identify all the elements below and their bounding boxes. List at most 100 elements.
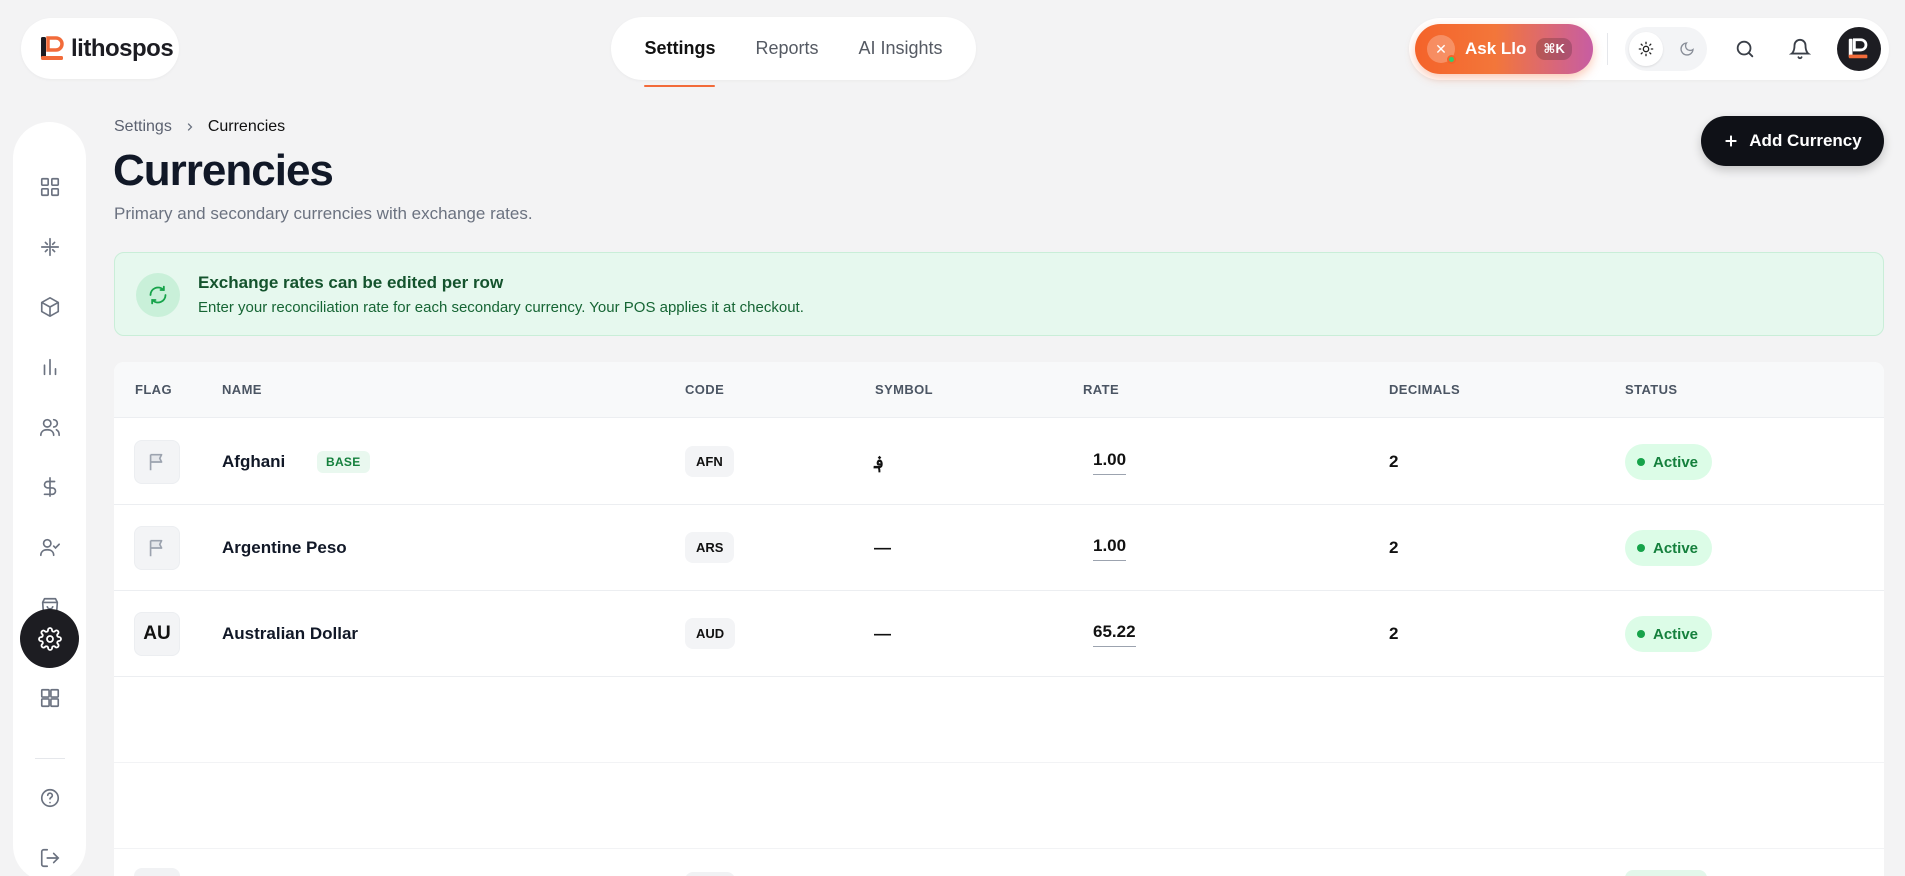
- brand-logo[interactable]: lithospos: [21, 18, 179, 79]
- help-icon: [40, 788, 59, 807]
- apps-icon: [40, 688, 59, 707]
- col-name[interactable]: NAME: [222, 382, 262, 397]
- table-row[interactable]: AU Australian Dollar AUD — 65.22 2 Activ…: [114, 591, 1884, 677]
- loading-placeholder: [134, 868, 180, 876]
- status-dot: [1637, 630, 1645, 638]
- avatar-logo-icon: [1848, 38, 1868, 59]
- currency-symbol: —: [874, 624, 891, 643]
- sidebar-divider: [35, 758, 65, 759]
- breadcrumb-current: Currencies: [207, 118, 286, 135]
- logo-mark-icon: [41, 35, 64, 60]
- col-code[interactable]: CODE: [685, 382, 724, 397]
- sidebar-item-dashboard[interactable]: [20, 157, 79, 216]
- dollar-icon: [43, 476, 56, 497]
- page-subtitle: Primary and secondary currencies with ex…: [114, 204, 533, 223]
- add-currency-button[interactable]: Add Currency: [1701, 116, 1884, 166]
- status-badge[interactable]: Active: [1625, 444, 1713, 480]
- loading-placeholder: [685, 872, 735, 876]
- chevron-right-icon: [187, 123, 193, 131]
- sidebar-item-logout[interactable]: [20, 828, 79, 876]
- currency-code: AFN: [685, 446, 734, 477]
- divider: [1607, 33, 1608, 65]
- tab-settings[interactable]: Settings: [644, 17, 716, 87]
- tab-ai-insights[interactable]: AI Insights: [859, 17, 943, 80]
- currency-decimals: 2: [1389, 452, 1399, 471]
- add-currency-label: Add Currency: [1749, 131, 1862, 150]
- currency-decimals: 2: [1389, 538, 1399, 557]
- table-row[interactable]: Afghani BASE AFN ؋ 1.00 2 Active: [114, 419, 1884, 505]
- flag-icon: [149, 453, 163, 471]
- currency-name: Afghani: [222, 452, 286, 471]
- sidebar-item-staff[interactable]: [20, 517, 79, 576]
- sidebar-item-pos[interactable]: [20, 217, 79, 276]
- logout-icon: [40, 848, 59, 867]
- col-flag: FLAG: [135, 382, 172, 397]
- info-banner: Exchange rates can be edited per row Ent…: [114, 252, 1884, 336]
- currency-code: AUD: [685, 618, 736, 649]
- topbar-actions: ✕ Ask Llo ⌘K: [1409, 18, 1889, 80]
- table-header: FLAG NAME CODE SYMBOL RATE DECIMALS STAT…: [114, 362, 1884, 418]
- currency-symbol: ؋: [874, 453, 884, 472]
- currency-code: ARS: [685, 532, 735, 563]
- status-label: Active: [1653, 539, 1699, 557]
- pos-icon: [40, 237, 59, 256]
- col-rate[interactable]: RATE: [1083, 382, 1119, 397]
- status-badge[interactable]: Active: [1625, 530, 1713, 566]
- brand-name: lithospos: [71, 34, 174, 62]
- currency-name: Argentine Peso: [222, 538, 347, 557]
- rate-input[interactable]: 1.00: [1093, 450, 1127, 475]
- flag-icon: [149, 539, 163, 557]
- sidebar-item-products[interactable]: [20, 277, 79, 336]
- table-row[interactable]: Argentine Peso ARS — 1.00 2 Active: [114, 505, 1884, 591]
- sidebar-item-finance[interactable]: [20, 457, 79, 516]
- plus-icon: [1725, 135, 1737, 147]
- users-icon: [39, 418, 60, 436]
- status-badge[interactable]: Active: [1625, 616, 1713, 652]
- ask-shortcut: ⌘K: [1536, 38, 1572, 60]
- status-label: Active: [1653, 453, 1699, 471]
- rate-input[interactable]: 1.00: [1093, 536, 1127, 561]
- search-icon[interactable]: [1731, 35, 1759, 63]
- top-nav: Settings Reports AI Insights: [611, 17, 976, 87]
- refresh-icon: [136, 273, 180, 317]
- user-check-icon: [39, 538, 60, 556]
- dashboard-icon: [40, 177, 59, 196]
- flag-code: AU: [134, 612, 180, 656]
- ask-llo-label: Ask Llo: [1465, 39, 1527, 58]
- moon-icon[interactable]: [1670, 32, 1704, 66]
- currencies-table: FLAG NAME CODE SYMBOL RATE DECIMALS STAT…: [114, 362, 1884, 876]
- status-label: Active: [1653, 625, 1699, 643]
- currency-symbol: —: [874, 538, 891, 557]
- rate-input[interactable]: 65.22: [1093, 622, 1136, 647]
- sidebar: [13, 122, 86, 876]
- sidebar-item-analytics[interactable]: [20, 337, 79, 396]
- empty-row: [114, 677, 1884, 763]
- col-decimals: DECIMALS: [1389, 382, 1461, 397]
- sun-icon[interactable]: [1628, 32, 1663, 66]
- theme-toggle[interactable]: [1625, 27, 1707, 71]
- sidebar-item-help[interactable]: [20, 768, 79, 827]
- col-status[interactable]: STATUS: [1625, 382, 1677, 397]
- empty-row: [114, 763, 1884, 849]
- currency-decimals: 2: [1389, 624, 1399, 643]
- sidebar-item-settings[interactable]: [20, 609, 79, 668]
- currency-name: Australian Dollar: [222, 624, 359, 643]
- breadcrumb-settings[interactable]: Settings: [114, 118, 172, 136]
- sidebar-item-customers[interactable]: [20, 397, 79, 456]
- banner-title: Exchange rates can be edited per row: [198, 273, 504, 292]
- banner-text: Enter your reconciliation rate for each …: [198, 299, 804, 316]
- col-symbol: SYMBOL: [875, 382, 934, 397]
- box-icon: [40, 296, 59, 317]
- ask-llo-button[interactable]: ✕ Ask Llo ⌘K: [1415, 24, 1593, 74]
- page-title: Currencies: [113, 146, 334, 195]
- status-dot: [1637, 458, 1645, 466]
- breadcrumb: Settings Currencies: [114, 118, 285, 136]
- tab-reports[interactable]: Reports: [755, 17, 818, 80]
- status-dot: [1637, 544, 1645, 552]
- chart-icon: [43, 358, 56, 375]
- bell-icon[interactable]: [1786, 35, 1814, 63]
- avatar[interactable]: [1837, 27, 1881, 71]
- sparkle-icon: ✕: [1427, 35, 1456, 64]
- flag-placeholder: [134, 526, 180, 570]
- sidebar-item-apps[interactable]: [20, 668, 79, 727]
